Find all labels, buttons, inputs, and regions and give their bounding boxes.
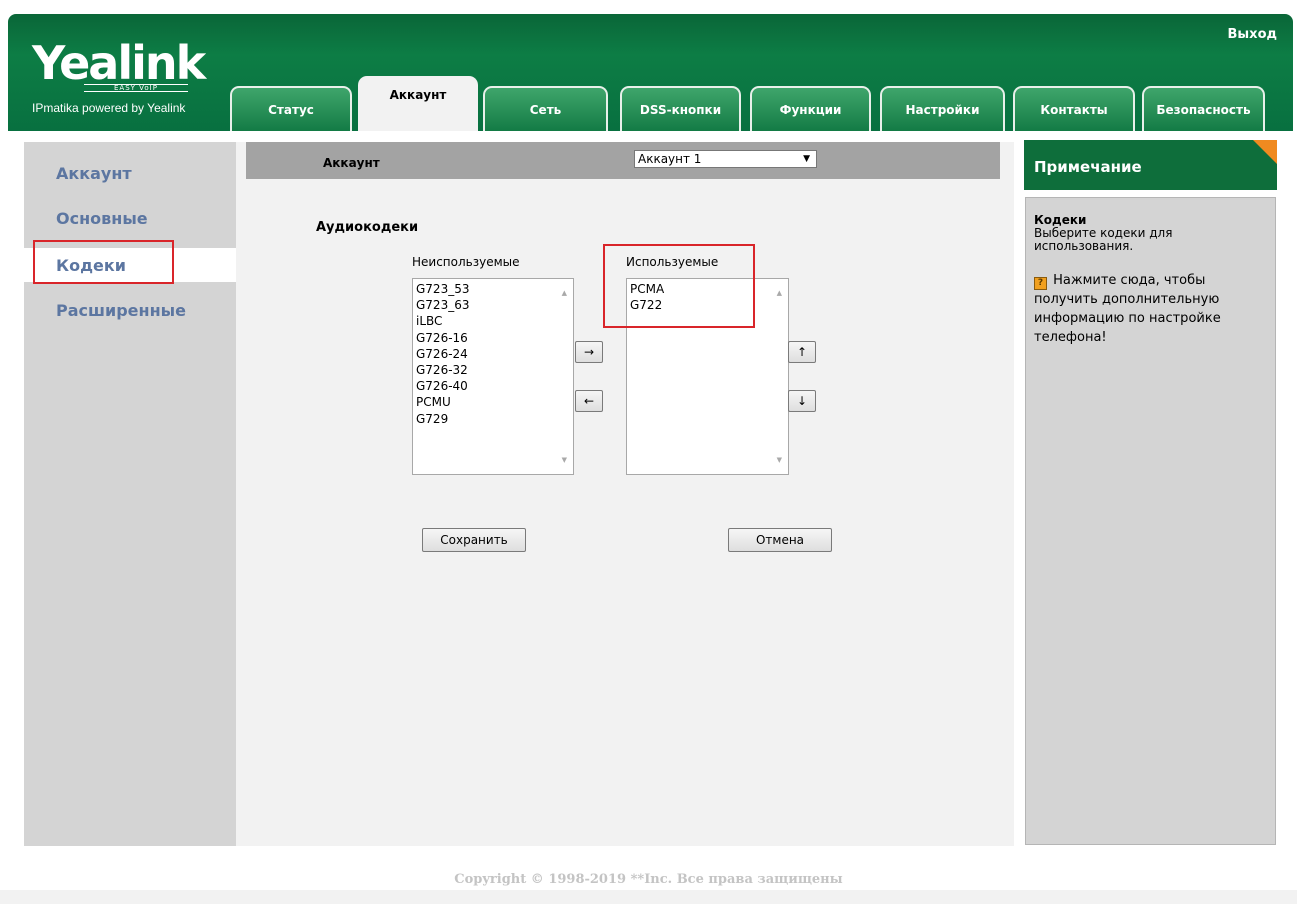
bottom-strip <box>0 890 1297 904</box>
note-header: Примечание <box>1024 140 1277 190</box>
codec-option[interactable]: G726-24 <box>416 346 573 362</box>
sidebar-item-advanced[interactable]: Расширенные <box>56 301 186 320</box>
scroll-down-icon[interactable]: ▼ <box>562 452 567 468</box>
used-codecs-list[interactable]: ▲ ▼ PCMA G722 <box>626 278 789 475</box>
codec-option[interactable]: G726-32 <box>416 362 573 378</box>
move-left-button[interactable]: ← <box>575 390 603 412</box>
powered-by-text: IPmatika powered by Yealink <box>32 101 186 115</box>
logo-tagline: EASY VoIP <box>84 84 188 92</box>
codec-option[interactable]: PCMA <box>630 281 788 297</box>
note-corner-decoration <box>1253 140 1277 164</box>
tab-label: Безопасность <box>1156 102 1251 117</box>
help-link[interactable]: ? Нажмите сюда, чтобы получить дополните… <box>1034 271 1264 347</box>
tab-network[interactable]: Сеть <box>483 86 608 131</box>
tab-label: Контакты <box>1040 102 1108 117</box>
tab-dss-keys[interactable]: DSS-кнопки <box>620 86 741 131</box>
codec-option[interactable]: G723_63 <box>416 297 573 313</box>
codec-option[interactable]: G726-40 <box>416 378 573 394</box>
account-bar: Аккаунт Аккаунт 1 ▼ <box>246 142 1000 179</box>
codec-option[interactable]: G722 <box>630 297 788 313</box>
logout-link[interactable]: Выход <box>1228 27 1277 42</box>
logo-wordmark: Yealink <box>32 36 206 90</box>
sidebar-item-account[interactable]: Аккаунт <box>56 164 132 183</box>
unused-codecs-title: Неиспользуемые <box>412 255 520 269</box>
codec-option[interactable]: PCMU <box>416 394 573 410</box>
tab-settings[interactable]: Настройки <box>880 86 1005 131</box>
used-codecs-title: Используемые <box>626 255 719 269</box>
tab-label: Сеть <box>529 102 562 117</box>
codec-option[interactable]: G729 <box>416 411 573 427</box>
move-down-button[interactable]: ↓ <box>788 390 816 412</box>
cancel-button[interactable]: Отмена <box>728 528 832 552</box>
scroll-up-icon[interactable]: ▲ <box>777 285 782 301</box>
sidebar: Аккаунт Основные Кодеки Расширенные <box>24 142 248 846</box>
dropdown-arrow-icon: ▼ <box>803 154 810 164</box>
help-book-icon: ? <box>1034 277 1047 290</box>
note-text: Выберите кодеки для использования. <box>1034 226 1173 253</box>
tab-account[interactable]: Аккаунт <box>358 76 478 131</box>
tab-features[interactable]: Функции <box>750 86 871 131</box>
section-title: Аудиокодеки <box>316 220 419 235</box>
copyright-footer: Copyright © 1998-2019 **Inc. Все права з… <box>454 872 843 887</box>
unused-codecs-list[interactable]: ▲ ▼ G723_53 G723_63 iLBC G726-16 G726-24 G726… <box>412 278 574 475</box>
move-right-button[interactable]: → <box>575 341 603 363</box>
tab-label: Статус <box>268 102 314 117</box>
tab-contacts[interactable]: Контакты <box>1013 86 1135 131</box>
account-select-value: Аккаунт 1 <box>638 152 702 166</box>
tab-label: Функции <box>779 102 842 117</box>
account-bar-label: Аккаунт <box>323 156 380 170</box>
tab-status[interactable]: Статус <box>230 86 352 131</box>
move-up-button[interactable]: ↑ <box>788 341 816 363</box>
scroll-up-icon[interactable]: ▲ <box>562 285 567 301</box>
tab-label: Настройки <box>905 102 980 117</box>
note-panel: Кодеки Выберите кодеки для использования… <box>1025 197 1276 845</box>
sidebar-item-basic[interactable]: Основные <box>56 209 148 228</box>
note-header-title: Примечание <box>1034 158 1142 176</box>
help-link-text: Нажмите сюда, чтобы получить дополнитель… <box>1034 273 1221 345</box>
top-header: Yealink EASY VoIP IPmatika powered by Ye… <box>8 14 1293 131</box>
account-select[interactable]: Аккаунт 1 ▼ <box>634 150 817 168</box>
yealink-logo: Yealink EASY VoIP IPmatika powered by Ye… <box>32 36 206 115</box>
codec-option[interactable]: G723_53 <box>416 281 573 297</box>
sidebar-item-codecs[interactable]: Кодеки <box>56 256 126 275</box>
codec-option[interactable]: G726-16 <box>416 330 573 346</box>
scroll-down-icon[interactable]: ▼ <box>777 452 782 468</box>
save-button[interactable]: Сохранить <box>422 528 526 552</box>
tab-security[interactable]: Безопасность <box>1142 86 1265 131</box>
tab-label: Аккаунт <box>389 88 447 102</box>
tab-label: DSS-кнопки <box>639 102 722 117</box>
main-content: Аккаунт Аккаунт 1 ▼ Аудиокодеки Неисполь… <box>236 142 1014 846</box>
codec-option[interactable]: iLBC <box>416 313 573 329</box>
